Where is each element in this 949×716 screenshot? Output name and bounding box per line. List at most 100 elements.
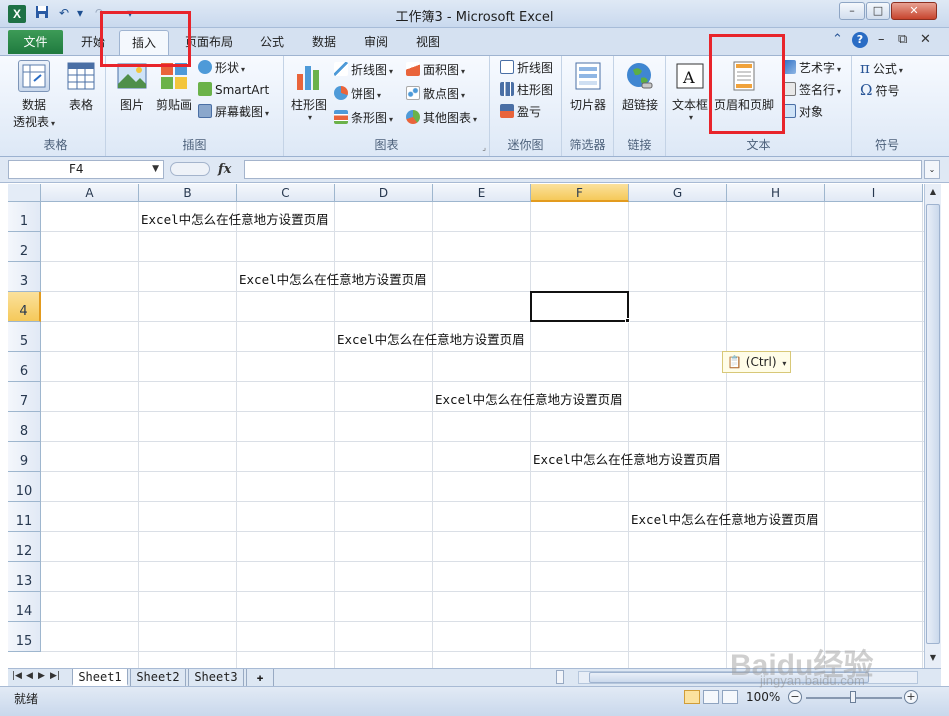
cell-f9[interactable]: Excel中怎么在任意地方设置页眉 (533, 449, 721, 468)
pivot-table-button[interactable]: 数据 透视表 ▾ (10, 60, 58, 130)
last-sheet-icon[interactable]: ▶| (50, 671, 60, 681)
column-header-g[interactable]: G (629, 184, 727, 202)
scatter-chart-button[interactable]: 散点图 ▾ (406, 84, 465, 104)
scroll-up-icon[interactable]: ▲ (927, 186, 939, 198)
cell-e7[interactable]: Excel中怎么在任意地方设置页眉 (435, 389, 623, 408)
shapes-button[interactable]: 形状 ▾ (198, 58, 245, 78)
spreadsheet-grid[interactable]: A B C D E F G H I 1 2 3 4 5 6 7 8 9 10 11 12 13 14 15 Excel中怎么在任… (8, 184, 924, 668)
row-header-6[interactable]: 6 (8, 352, 41, 382)
area-chart-button[interactable]: 面积图 ▾ (406, 60, 465, 80)
smartart-button[interactable]: SmartArt (198, 80, 269, 100)
zoom-level[interactable]: 100% (746, 690, 780, 704)
prev-sheet-icon[interactable]: ◀ (26, 671, 33, 681)
formula-input[interactable] (244, 160, 922, 179)
paste-options-button[interactable]: 📋 (Ctrl) ▾ (722, 351, 792, 373)
column-header-f[interactable]: F (531, 184, 629, 202)
cell-b1[interactable]: Excel中怎么在任意地方设置页眉 (141, 209, 329, 228)
row-header-14[interactable]: 14 (8, 592, 41, 622)
scroll-down-icon[interactable]: ▼ (927, 652, 939, 664)
help-icon[interactable]: ? (852, 32, 868, 48)
zoom-slider-knob[interactable] (850, 691, 856, 703)
tab-formulas[interactable]: 公式 (252, 30, 292, 55)
vertical-scroll-thumb[interactable] (926, 204, 940, 644)
doc-minimize-icon[interactable]: – (878, 32, 885, 47)
column-chart-button[interactable]: 柱形图 ▾ (288, 60, 330, 122)
sheet-tab-2[interactable]: Sheet2 (130, 669, 186, 686)
sheet-tab-3[interactable]: Sheet3 (188, 669, 244, 686)
insert-sheet-icon[interactable]: ✚ (246, 669, 274, 686)
textbox-button[interactable]: A 文本框 ▾ (668, 60, 712, 122)
screenshot-button[interactable]: 屏幕截图 ▾ (198, 102, 269, 122)
row-header-3[interactable]: 3 (8, 262, 41, 292)
other-charts-button[interactable]: 其他图表 ▾ (406, 108, 477, 128)
cell-g11[interactable]: Excel中怎么在任意地方设置页眉 (631, 509, 819, 528)
row-header-10[interactable]: 10 (8, 472, 41, 502)
signature-line-button[interactable]: 签名行 ▾ (782, 80, 841, 100)
name-box-dropdown-icon[interactable]: ▼ (152, 161, 159, 178)
sparkline-line-button[interactable]: 折线图 (500, 58, 553, 78)
clipart-button[interactable]: 剪贴画 (152, 60, 196, 113)
name-box[interactable]: F4 ▼ (8, 160, 164, 179)
normal-view-icon[interactable] (684, 690, 700, 704)
object-button[interactable]: 对象 (782, 102, 823, 122)
row-header-15[interactable]: 15 (8, 622, 41, 652)
tab-data[interactable]: 数据 (304, 30, 344, 55)
fill-handle[interactable] (625, 318, 630, 323)
maximize-button[interactable]: □ (866, 2, 890, 20)
column-header-d[interactable]: D (335, 184, 433, 202)
expand-formula-bar-icon[interactable]: ⌄ (924, 160, 940, 179)
sparkline-winloss-button[interactable]: 盈亏 (500, 102, 541, 122)
row-header-8[interactable]: 8 (8, 412, 41, 442)
row-header-12[interactable]: 12 (8, 532, 41, 562)
tab-view[interactable]: 视图 (408, 30, 448, 55)
cell-c3[interactable]: Excel中怎么在任意地方设置页眉 (239, 269, 427, 288)
row-header-2[interactable]: 2 (8, 232, 41, 262)
tab-file[interactable]: 文件 (8, 30, 63, 54)
row-header-9[interactable]: 9 (8, 442, 41, 472)
tab-review[interactable]: 审阅 (356, 30, 396, 55)
doc-restore-icon[interactable]: ⧉ (898, 32, 907, 47)
row-header-11[interactable]: 11 (8, 502, 41, 532)
sheet-tab-1[interactable]: Sheet1 (72, 669, 128, 686)
zoom-out-button[interactable]: − (788, 690, 802, 704)
equation-button[interactable]: π 公式 ▾ (860, 58, 903, 78)
zoom-in-button[interactable]: + (904, 690, 918, 704)
row-header-1[interactable]: 1 (8, 202, 41, 232)
column-header-e[interactable]: E (433, 184, 531, 202)
tab-split-handle[interactable] (556, 670, 564, 684)
charts-dialog-launcher-icon[interactable]: ⌟ (482, 143, 486, 152)
cell-d5[interactable]: Excel中怎么在任意地方设置页眉 (337, 329, 525, 348)
column-header-i[interactable]: I (825, 184, 923, 202)
symbol-button[interactable]: Ω 符号 (860, 80, 899, 100)
doc-close-icon[interactable]: ✕ (920, 32, 931, 47)
column-header-a[interactable]: A (41, 184, 139, 202)
row-header-5[interactable]: 5 (8, 322, 41, 352)
page-layout-view-icon[interactable] (703, 690, 719, 704)
row-header-7[interactable]: 7 (8, 382, 41, 412)
table-button[interactable]: 表格 (60, 60, 102, 113)
bar-chart-button[interactable]: 条形图 ▾ (334, 108, 393, 128)
formula-bar-divider[interactable] (170, 162, 210, 176)
first-sheet-icon[interactable]: |◀ (12, 671, 22, 681)
slicer-button[interactable]: 切片器 (566, 60, 610, 113)
sparkline-column-button[interactable]: 柱形图 (500, 80, 553, 100)
active-cell-cursor[interactable] (530, 291, 629, 322)
insert-function-icon[interactable]: fx (218, 162, 231, 177)
row-header-13[interactable]: 13 (8, 562, 41, 592)
close-button[interactable]: ✕ (891, 2, 937, 20)
select-all-corner[interactable] (8, 184, 41, 202)
page-break-view-icon[interactable] (722, 690, 738, 704)
pie-chart-button[interactable]: 饼图 ▾ (334, 84, 381, 104)
column-header-b[interactable]: B (139, 184, 237, 202)
picture-button[interactable]: 图片 (112, 60, 152, 113)
next-sheet-icon[interactable]: ▶ (38, 671, 45, 681)
column-header-h[interactable]: H (727, 184, 825, 202)
row-header-4[interactable]: 4 (8, 292, 41, 322)
wordart-button[interactable]: 艺术字 ▾ (782, 58, 841, 78)
ribbon-collapse-icon[interactable]: ⌃ (832, 32, 843, 47)
column-header-c[interactable]: C (237, 184, 335, 202)
vertical-scrollbar[interactable]: ▲ ▼ (924, 184, 941, 668)
minimize-button[interactable]: – (839, 2, 865, 20)
line-chart-button[interactable]: 折线图 ▾ (334, 60, 393, 80)
hyperlink-button[interactable]: 超链接 (616, 60, 664, 113)
